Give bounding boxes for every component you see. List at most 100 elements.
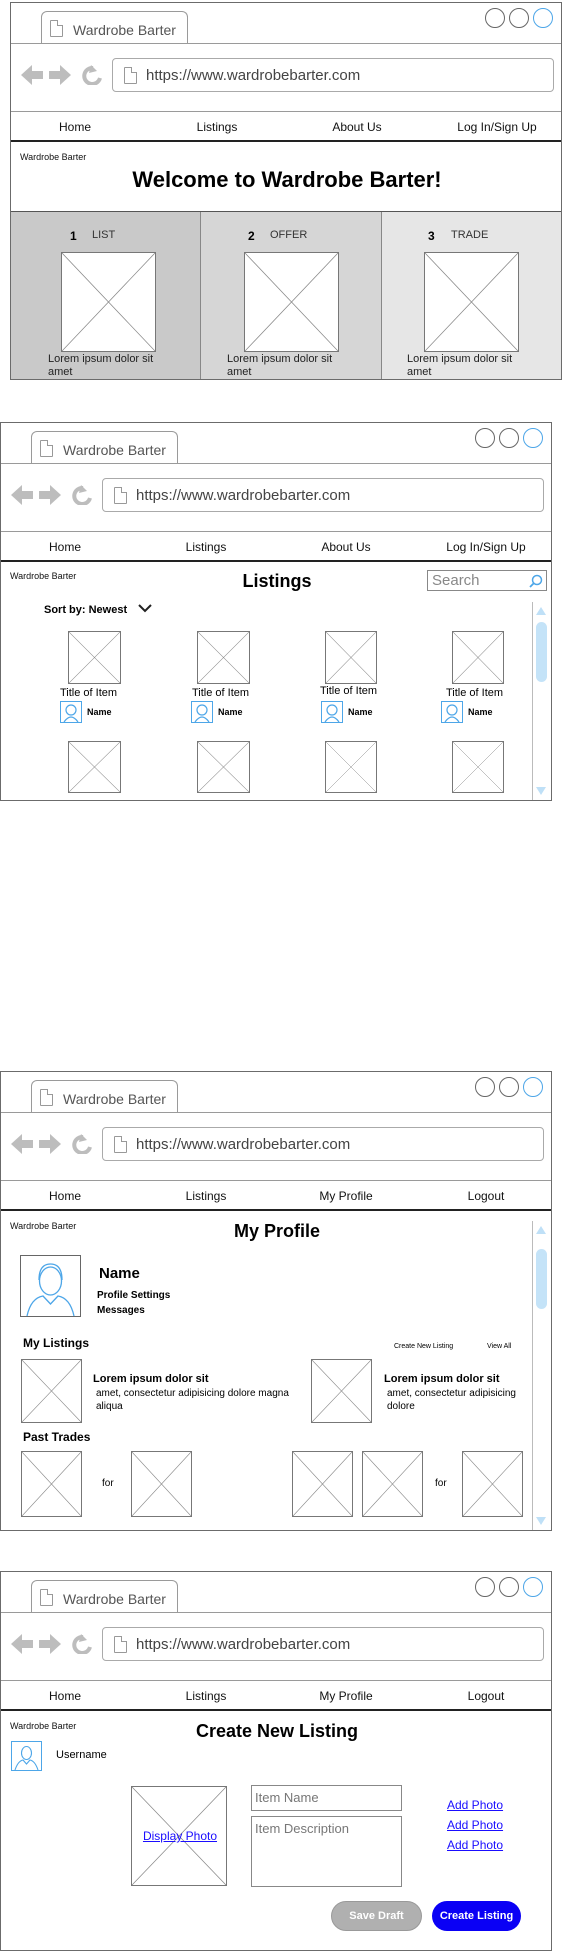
item-thumbnail[interactable] <box>197 741 250 793</box>
profile-settings-link[interactable]: Profile Settings <box>97 1290 170 1301</box>
address-bar[interactable]: https://www.wardrobebarter.com <box>102 1627 544 1661</box>
create-new-listing-link[interactable]: Create New Listing <box>394 1343 453 1350</box>
scroll-thumb[interactable] <box>536 1249 547 1309</box>
nav-about-us[interactable]: About Us <box>297 120 417 134</box>
nav-login-signup[interactable]: Log In/Sign Up <box>426 540 546 554</box>
item-title[interactable]: Title of Item <box>446 687 503 699</box>
browser-tab[interactable]: Wardrobe Barter <box>41 11 188 43</box>
maximize-window-button[interactable] <box>499 428 519 448</box>
item-thumbnail[interactable] <box>452 631 504 684</box>
search-input[interactable]: Search <box>432 572 480 589</box>
browser-tab[interactable]: Wardrobe Barter <box>31 1580 178 1612</box>
browser-tab[interactable]: Wardrobe Barter <box>31 1080 178 1112</box>
create-listing-button[interactable]: Create Listing <box>432 1901 521 1931</box>
listing-card[interactable]: Title of Item Name <box>56 631 156 723</box>
listing-card[interactable]: Title of Item Name <box>440 631 540 723</box>
vertical-scrollbar[interactable] <box>532 602 549 800</box>
add-photo-link[interactable]: Add Photo <box>447 1818 503 1832</box>
browser-tab[interactable]: Wardrobe Barter <box>31 431 178 463</box>
nav-home[interactable]: Home <box>15 120 135 134</box>
minimize-window-button[interactable] <box>475 1077 495 1097</box>
search-box[interactable]: Search <box>427 570 547 591</box>
nav-logout[interactable]: Logout <box>426 1189 546 1203</box>
nav-listings[interactable]: Listings <box>157 120 277 134</box>
display-photo-upload[interactable]: Display Photo <box>131 1786 227 1886</box>
scroll-thumb[interactable] <box>536 622 547 682</box>
nav-listings[interactable]: Listings <box>146 1189 266 1203</box>
scroll-up-icon[interactable] <box>536 1226 546 1234</box>
address-bar[interactable]: https://www.wardrobebarter.com <box>102 1127 544 1161</box>
item-thumbnail[interactable] <box>197 631 250 684</box>
listing-title[interactable]: Lorem ipsum dolor sit <box>93 1373 209 1385</box>
reload-icon[interactable] <box>72 1634 92 1654</box>
nav-home[interactable]: Home <box>5 540 125 554</box>
address-bar[interactable]: https://www.wardrobebarter.com <box>102 478 544 512</box>
trade-item-thumbnail[interactable] <box>462 1451 523 1517</box>
item-title[interactable]: Title of Item <box>60 687 117 699</box>
item-thumbnail[interactable] <box>325 741 377 793</box>
listing-thumbnail[interactable] <box>311 1359 372 1423</box>
sort-dropdown[interactable]: Sort by: Newest <box>44 600 152 618</box>
scroll-up-icon[interactable] <box>536 607 546 615</box>
reload-icon[interactable] <box>72 1134 92 1154</box>
item-thumbnail[interactable] <box>68 741 121 793</box>
nav-home[interactable]: Home <box>5 1189 125 1203</box>
maximize-window-button[interactable] <box>509 8 529 28</box>
item-description-field[interactable]: Item Description <box>251 1816 402 1887</box>
minimize-window-button[interactable] <box>475 1577 495 1597</box>
close-window-button[interactable] <box>533 8 553 28</box>
forward-arrow-icon[interactable] <box>39 1134 61 1154</box>
scroll-down-icon[interactable] <box>536 1517 546 1525</box>
nav-my-profile[interactable]: My Profile <box>286 1689 406 1703</box>
item-thumbnail[interactable] <box>452 741 504 793</box>
item-title[interactable]: Title of Item <box>192 687 249 699</box>
reload-icon[interactable] <box>82 65 102 85</box>
trade-item-thumbnail[interactable] <box>362 1451 423 1517</box>
reload-icon[interactable] <box>72 485 92 505</box>
nav-login-signup[interactable]: Log In/Sign Up <box>437 120 557 134</box>
add-photo-link[interactable]: Add Photo <box>447 1838 503 1852</box>
close-window-button[interactable] <box>523 1077 543 1097</box>
item-thumbnail[interactable] <box>325 631 377 684</box>
minimize-window-button[interactable] <box>485 8 505 28</box>
nav-listings[interactable]: Listings <box>146 1689 266 1703</box>
listing-card[interactable]: Title of Item Name <box>312 631 412 723</box>
close-window-button[interactable] <box>523 428 543 448</box>
messages-link[interactable]: Messages <box>97 1305 145 1316</box>
nav-home[interactable]: Home <box>5 1689 125 1703</box>
close-window-button[interactable] <box>523 1577 543 1597</box>
search-icon[interactable] <box>529 574 543 588</box>
forward-arrow-icon[interactable] <box>39 1634 61 1654</box>
back-arrow-icon[interactable] <box>11 485 33 505</box>
maximize-window-button[interactable] <box>499 1577 519 1597</box>
nav-logout[interactable]: Logout <box>426 1689 546 1703</box>
forward-arrow-icon[interactable] <box>49 65 71 85</box>
forward-arrow-icon[interactable] <box>39 485 61 505</box>
vertical-scrollbar[interactable] <box>532 1221 549 1530</box>
item-name-field[interactable]: Item Name <box>251 1785 402 1811</box>
trade-item-thumbnail[interactable] <box>21 1451 82 1517</box>
listing-title[interactable]: Lorem ipsum dolor sit <box>384 1373 500 1385</box>
save-draft-button[interactable]: Save Draft <box>331 1901 422 1931</box>
profile-avatar[interactable] <box>20 1255 81 1317</box>
item-thumbnail[interactable] <box>68 631 121 684</box>
trade-item-thumbnail[interactable] <box>131 1451 192 1517</box>
site-logo[interactable]: Wardrobe Barter <box>20 152 86 162</box>
nav-about-us[interactable]: About Us <box>286 540 406 554</box>
nav-my-profile[interactable]: My Profile <box>286 1189 406 1203</box>
back-arrow-icon[interactable] <box>11 1634 33 1654</box>
listing-card[interactable]: Title of Item Name <box>184 631 284 723</box>
maximize-window-button[interactable] <box>499 1077 519 1097</box>
view-all-link[interactable]: View All <box>487 1343 511 1350</box>
back-arrow-icon[interactable] <box>21 65 43 85</box>
minimize-window-button[interactable] <box>475 428 495 448</box>
address-bar[interactable]: https://www.wardrobebarter.com <box>112 58 554 92</box>
listing-thumbnail[interactable] <box>21 1359 82 1423</box>
scroll-down-icon[interactable] <box>536 787 546 795</box>
item-title[interactable]: Title of Item <box>320 685 377 697</box>
add-photo-link[interactable]: Add Photo <box>447 1798 503 1812</box>
back-arrow-icon[interactable] <box>11 1134 33 1154</box>
nav-listings[interactable]: Listings <box>146 540 266 554</box>
display-photo-link[interactable]: Display Photo <box>132 1829 228 1843</box>
trade-item-thumbnail[interactable] <box>292 1451 353 1517</box>
